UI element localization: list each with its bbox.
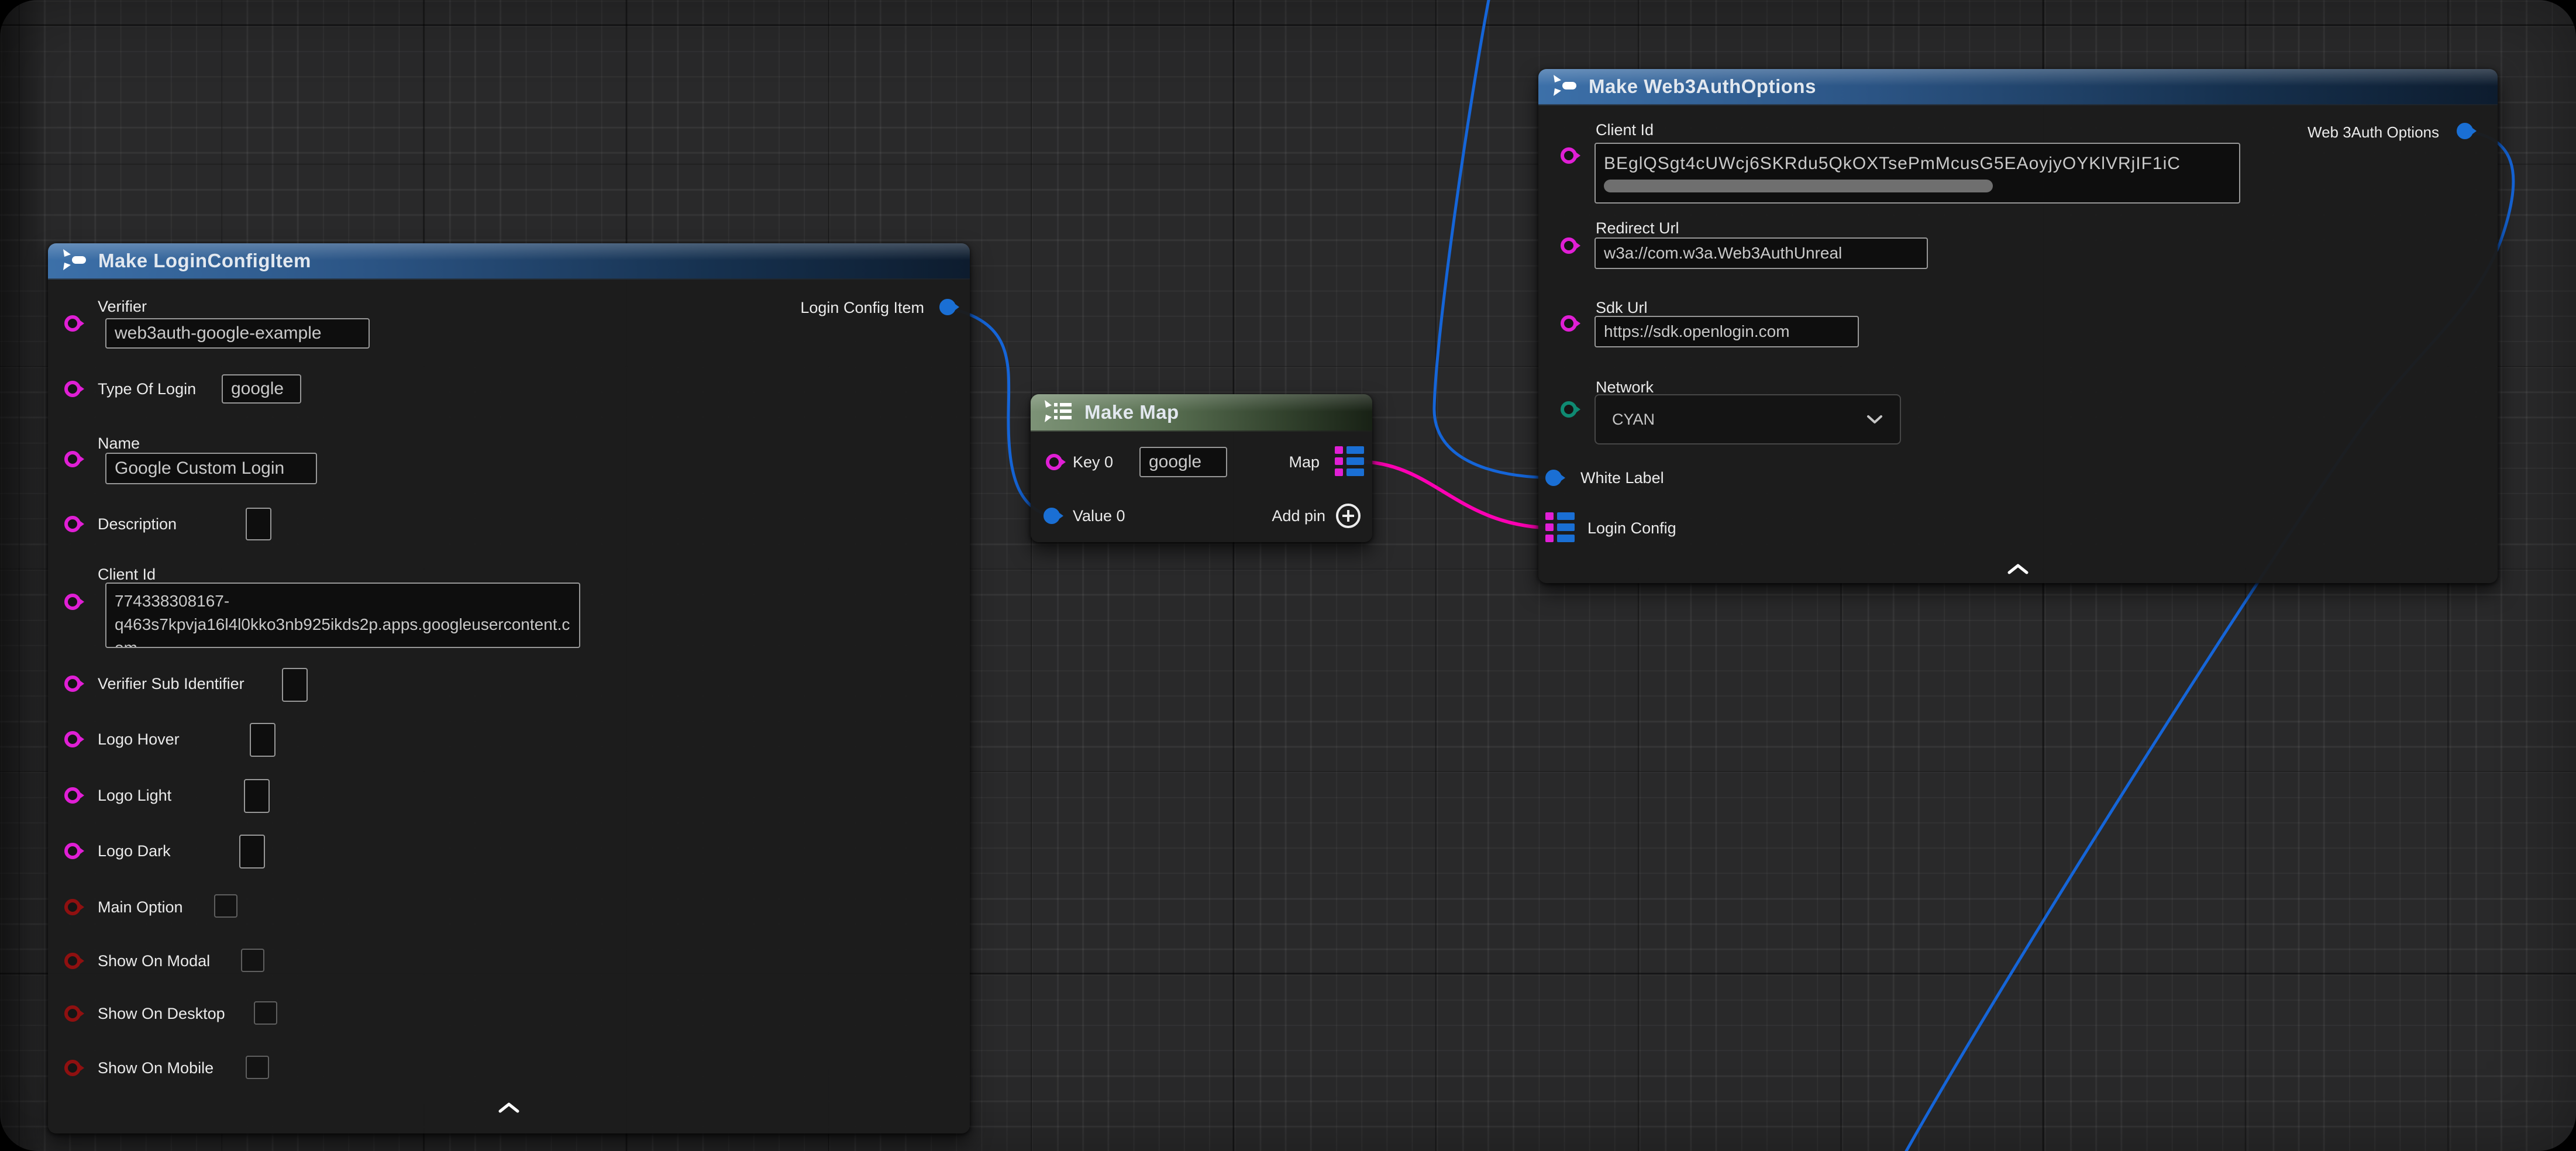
add-pin-label: Add pin <box>1272 506 1325 525</box>
description-label: Description <box>98 515 177 533</box>
show-on-mobile-checkbox[interactable] <box>246 1056 269 1079</box>
show-on-mobile-pin[interactable] <box>64 1060 81 1076</box>
logo-light-input[interactable] <box>244 779 270 813</box>
client-id-label: Client Id <box>98 565 156 584</box>
login-config-pin[interactable] <box>1545 512 1575 542</box>
node-title: Make Map <box>1084 401 1179 423</box>
redirect-url-label: Redirect Url <box>1596 219 1679 237</box>
description-pin[interactable] <box>64 516 81 532</box>
type-of-login-label: Type Of Login <box>98 380 196 398</box>
client-id-pin[interactable] <box>64 594 81 610</box>
sdk-url-pin[interactable] <box>1561 315 1577 332</box>
logo-hover-label: Logo Hover <box>98 730 180 749</box>
client-id-input[interactable]: BEglQSgt4cUWcj6SKRdu5QkOXTsePmMcusG5EAoy… <box>1594 143 2240 204</box>
make-map-icon <box>1044 399 1074 426</box>
type-of-login-input[interactable]: google <box>222 374 301 404</box>
main-option-pin[interactable] <box>64 899 81 915</box>
show-on-desktop-pin[interactable] <box>64 1005 81 1022</box>
name-label: Name <box>98 434 140 453</box>
key0-label: Key 0 <box>1073 453 1113 471</box>
client-id-input[interactable]: 774338308167-q463s7kpvja16l4l0kko3nb925i… <box>105 583 580 648</box>
client-id-scrollbar[interactable] <box>1604 180 1993 192</box>
make-struct-icon <box>61 247 88 275</box>
verifier-sub-identifier-label: Verifier Sub Identifier <box>98 674 244 693</box>
logo-hover-pin[interactable] <box>64 731 81 747</box>
value0-label: Value 0 <box>1073 506 1125 525</box>
sdk-url-input[interactable]: https://sdk.openlogin.com <box>1594 316 1859 347</box>
white-label-pin[interactable] <box>1545 470 1562 486</box>
output-login-config-item-pin[interactable] <box>939 299 956 315</box>
logo-light-pin[interactable] <box>64 787 81 804</box>
output-web3auth-options-pin[interactable] <box>2457 123 2473 139</box>
wire-offscreen-to-whitelabel <box>1434 0 1555 478</box>
show-on-modal-pin[interactable] <box>64 953 81 969</box>
verifier-sub-identifier-pin[interactable] <box>64 676 81 692</box>
node-make-loginconfigitem[interactable]: Make LoginConfigItem Verifier web3auth-g… <box>48 243 970 1133</box>
value0-pin[interactable] <box>1044 508 1060 524</box>
node-header[interactable]: Make Map <box>1031 394 1372 432</box>
verifier-input[interactable]: web3auth-google-example <box>105 318 370 349</box>
key0-pin[interactable] <box>1046 454 1062 470</box>
show-on-mobile-label: Show On Mobile <box>98 1059 213 1077</box>
redirect-url-pin[interactable] <box>1561 237 1577 254</box>
output-web3auth-options-label: Web 3Auth Options <box>2308 123 2439 142</box>
node-make-web3authoptions[interactable]: Make Web3AuthOptions Client Id BEglQSgt4… <box>1538 69 2498 583</box>
show-on-modal-label: Show On Modal <box>98 952 210 970</box>
show-on-modal-checkbox[interactable] <box>241 949 264 972</box>
verifier-sub-identifier-input[interactable] <box>282 668 308 702</box>
node-title: Make LoginConfigItem <box>98 250 311 272</box>
client-id-label: Client Id <box>1596 120 1654 139</box>
node-header[interactable]: Make Web3AuthOptions <box>1538 69 2498 105</box>
map-output-pin[interactable] <box>1335 446 1364 476</box>
client-id-text: BEglQSgt4cUWcj6SKRdu5QkOXTsePmMcusG5EAoy… <box>1604 154 2181 174</box>
blueprint-graph-canvas[interactable]: Make LoginConfigItem Verifier web3auth-g… <box>0 0 2576 1151</box>
chevron-down-icon <box>1866 411 1883 429</box>
network-selected-value: CYAN <box>1612 411 1655 429</box>
logo-dark-label: Logo Dark <box>98 842 171 860</box>
show-on-desktop-checkbox[interactable] <box>254 1001 277 1025</box>
white-label-label: White Label <box>1580 468 1664 487</box>
add-pin-icon[interactable] <box>1336 504 1361 528</box>
make-struct-icon <box>1551 73 1578 101</box>
collapse-chevron-icon[interactable] <box>497 1102 521 1116</box>
node-title: Make Web3AuthOptions <box>1589 75 1816 98</box>
main-option-label: Main Option <box>98 898 183 916</box>
node-make-map[interactable]: Make Map Key 0 google Map Value 0 Add pi… <box>1031 394 1372 542</box>
main-option-checkbox[interactable] <box>214 894 237 918</box>
node-header[interactable]: Make LoginConfigItem <box>48 243 970 280</box>
output-login-config-item-label: Login Config Item <box>800 298 924 317</box>
login-config-label: Login Config <box>1587 519 1676 537</box>
logo-hover-input[interactable] <box>250 723 275 757</box>
name-input[interactable]: Google Custom Login <box>105 453 317 484</box>
sdk-url-label: Sdk Url <box>1596 298 1648 317</box>
client-id-pin[interactable] <box>1561 147 1577 164</box>
collapse-chevron-icon[interactable] <box>2006 563 2030 578</box>
wire-map-to-loginconfig <box>1358 461 1556 528</box>
description-input[interactable] <box>246 508 271 540</box>
logo-light-label: Logo Light <box>98 786 171 805</box>
name-pin[interactable] <box>64 451 81 467</box>
show-on-desktop-label: Show On Desktop <box>98 1004 225 1023</box>
type-of-login-pin[interactable] <box>64 381 81 397</box>
key0-input[interactable]: google <box>1139 447 1227 477</box>
map-output-label: Map <box>1289 453 1320 471</box>
network-pin[interactable] <box>1561 401 1577 418</box>
verifier-label: Verifier <box>98 297 147 316</box>
network-dropdown[interactable]: CYAN <box>1594 394 1901 444</box>
logo-dark-pin[interactable] <box>64 843 81 859</box>
redirect-url-input[interactable]: w3a://com.w3a.Web3AuthUnreal <box>1594 237 1928 269</box>
verifier-pin[interactable] <box>64 315 81 332</box>
logo-dark-input[interactable] <box>239 835 265 869</box>
